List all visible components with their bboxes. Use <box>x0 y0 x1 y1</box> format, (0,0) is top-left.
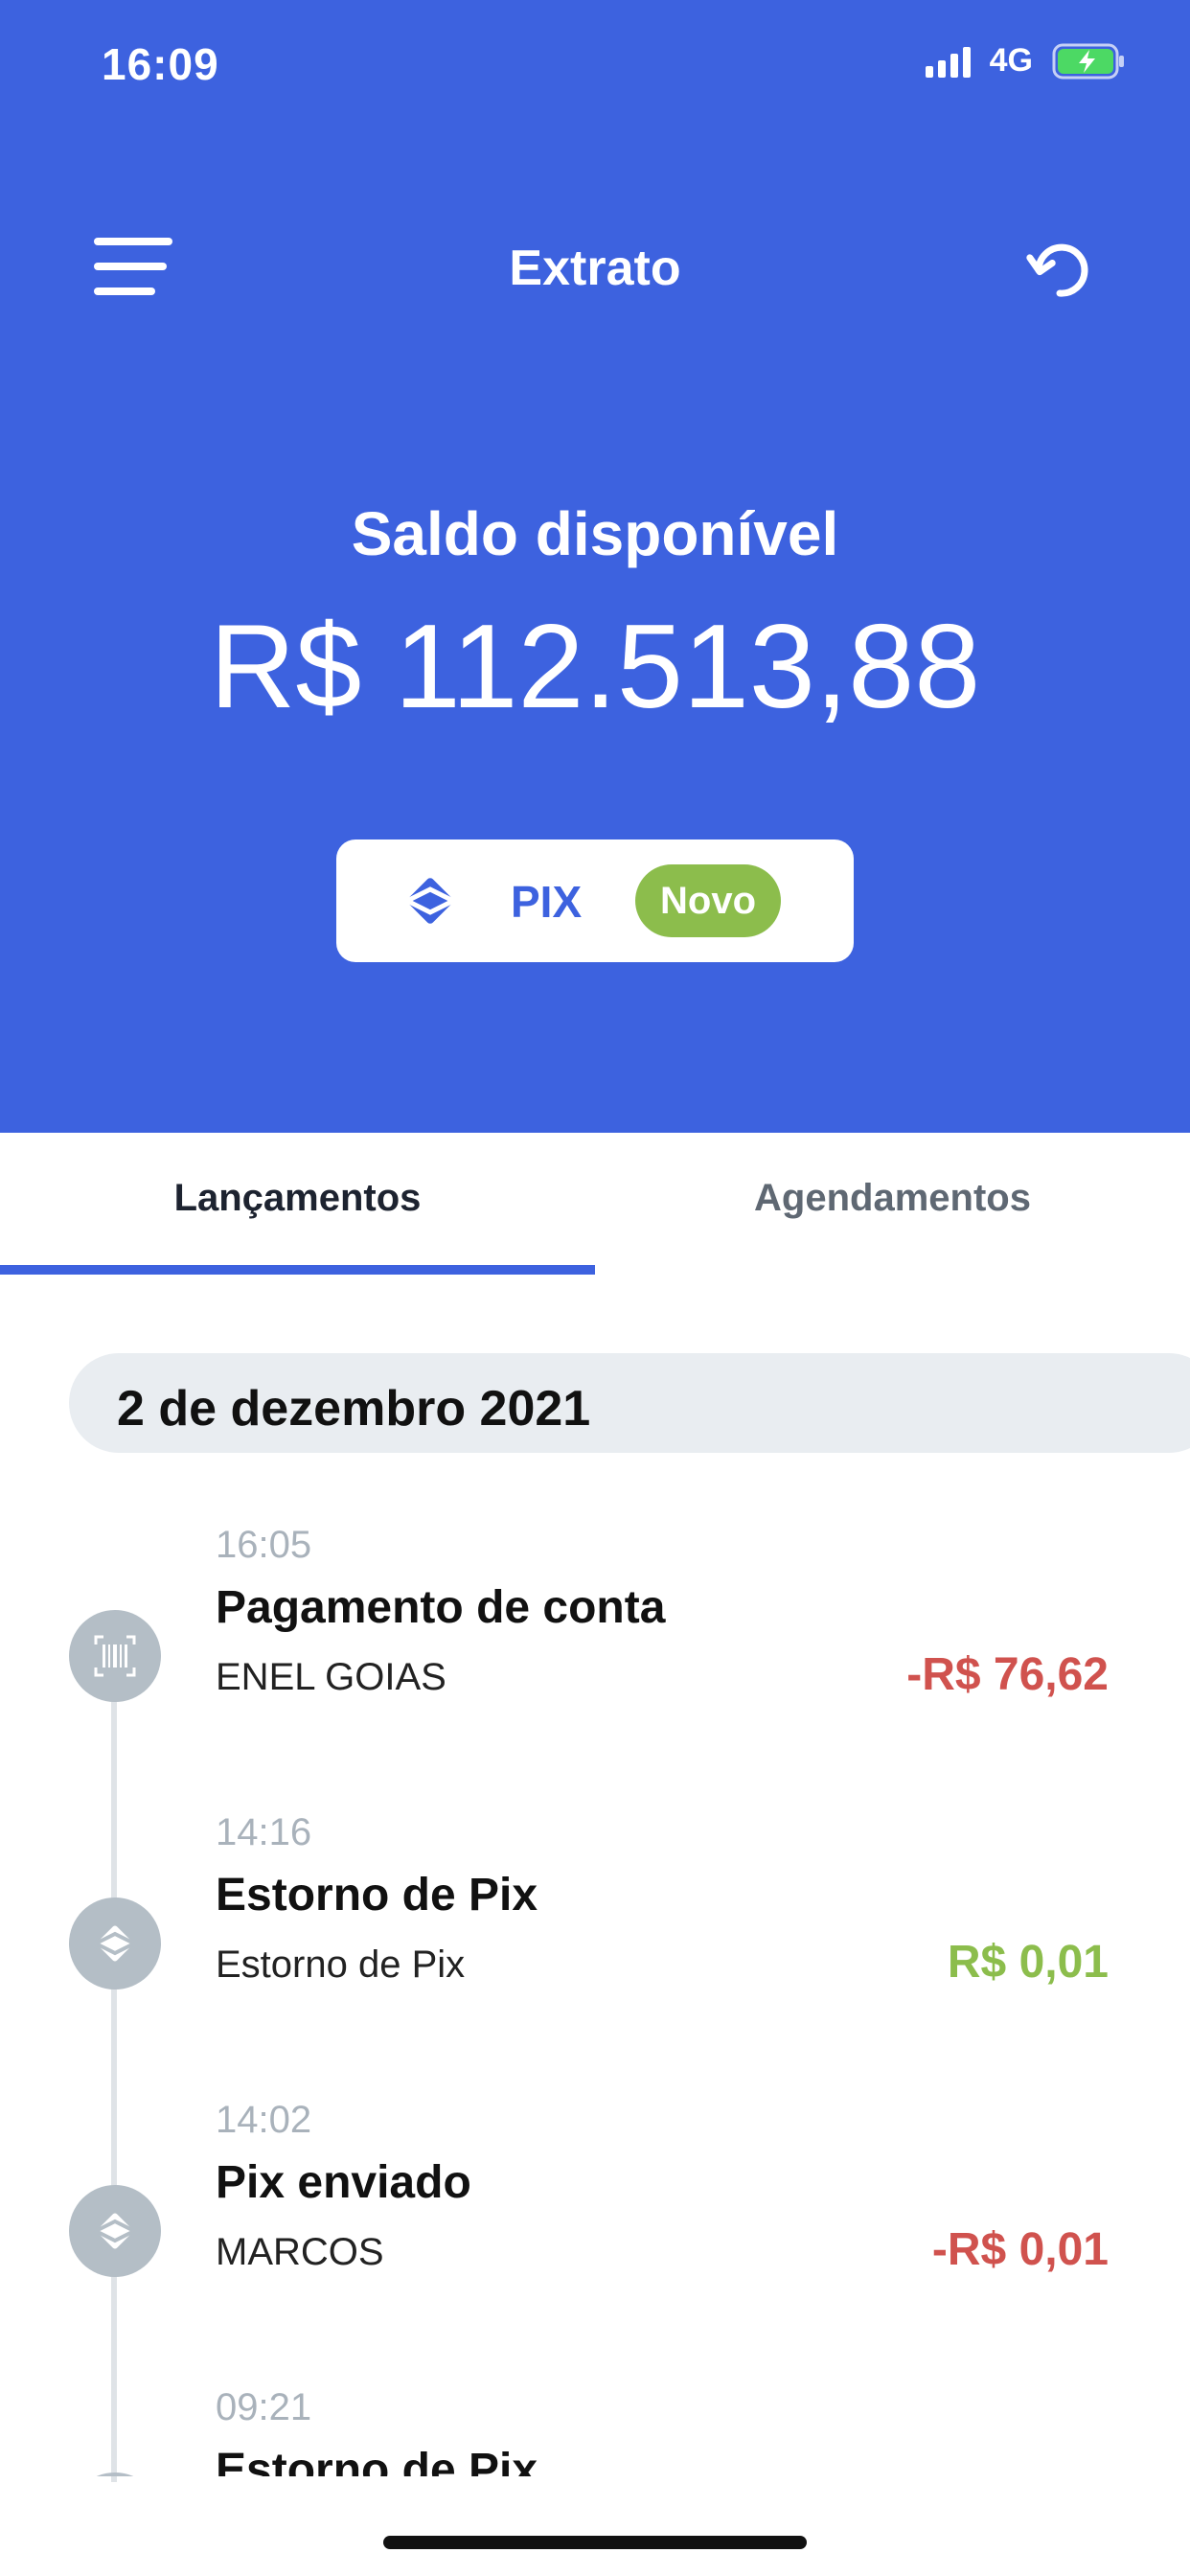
pix-icon <box>405 878 455 924</box>
balance-label: Saldo disponível <box>351 499 839 568</box>
network-type: 4G <box>989 42 1033 79</box>
barcode-icon <box>69 1610 161 1702</box>
active-tab-indicator <box>0 1265 595 1275</box>
battery-charging-icon <box>1052 43 1124 79</box>
transaction-time: 09:21 <box>216 2386 312 2428</box>
transaction-item[interactable]: 14:16 Estorno de Pix Estorno de Pix R$ 0… <box>0 1773 1190 2060</box>
balance-value: R$ 112.513,88 <box>209 601 981 733</box>
refresh-icon[interactable] <box>1018 228 1102 312</box>
new-badge: Novo <box>635 864 781 937</box>
signal-icon <box>925 45 971 78</box>
transaction-item[interactable]: 09:21 Estorno de Pix <box>0 2348 1190 2476</box>
page-title: Extrato <box>509 241 681 296</box>
tab-lancamentos[interactable]: Lançamentos <box>0 1177 595 1220</box>
transaction-time: 16:05 <box>216 1524 312 1566</box>
transaction-title: Estorno de Pix <box>216 1870 538 1920</box>
pix-icon <box>69 1898 161 1990</box>
status-time: 16:09 <box>102 39 219 89</box>
transaction-title: Pix enviado <box>216 2157 471 2208</box>
transaction-title: Pagamento de conta <box>216 1582 666 1633</box>
pix-icon <box>69 2185 161 2277</box>
home-indicator[interactable] <box>383 2536 807 2549</box>
transaction-subtitle: Estorno de Pix <box>216 1944 466 1986</box>
pix-label: PIX <box>511 877 583 927</box>
status-indicators: 4G <box>925 42 1127 80</box>
date-header: 2 de dezembro 2021 <box>69 1353 1190 1453</box>
tab-agendamentos[interactable]: Agendamentos <box>595 1177 1190 1220</box>
transaction-subtitle: MARCOS <box>216 2231 384 2273</box>
transaction-amount: -R$ 76,62 <box>906 1649 1109 1700</box>
transaction-time: 14:16 <box>216 1811 312 1853</box>
transaction-subtitle: ENEL GOIAS <box>216 1656 446 1698</box>
transaction-title: Estorno de Pix <box>216 2445 538 2476</box>
header-panel: 16:09 4G Extrato Saldo disponível R$ 112… <box>0 0 1190 1133</box>
transaction-list: 16:05 Pagamento de conta ENEL GOIAS -R$ … <box>0 1485 1190 2476</box>
transaction-item[interactable]: 16:05 Pagamento de conta ENEL GOIAS -R$ … <box>0 1485 1190 1773</box>
transaction-amount: -R$ 0,01 <box>931 2224 1109 2275</box>
transaction-time: 14:02 <box>216 2099 312 2141</box>
transaction-item[interactable]: 14:02 Pix enviado MARCOS -R$ 0,01 <box>0 2060 1190 2348</box>
pix-button[interactable]: PIX Novo <box>336 840 854 962</box>
pix-icon <box>69 2472 161 2476</box>
date-label: 2 de dezembro 2021 <box>117 1381 591 1437</box>
transaction-amount: R$ 0,01 <box>947 1937 1109 1988</box>
